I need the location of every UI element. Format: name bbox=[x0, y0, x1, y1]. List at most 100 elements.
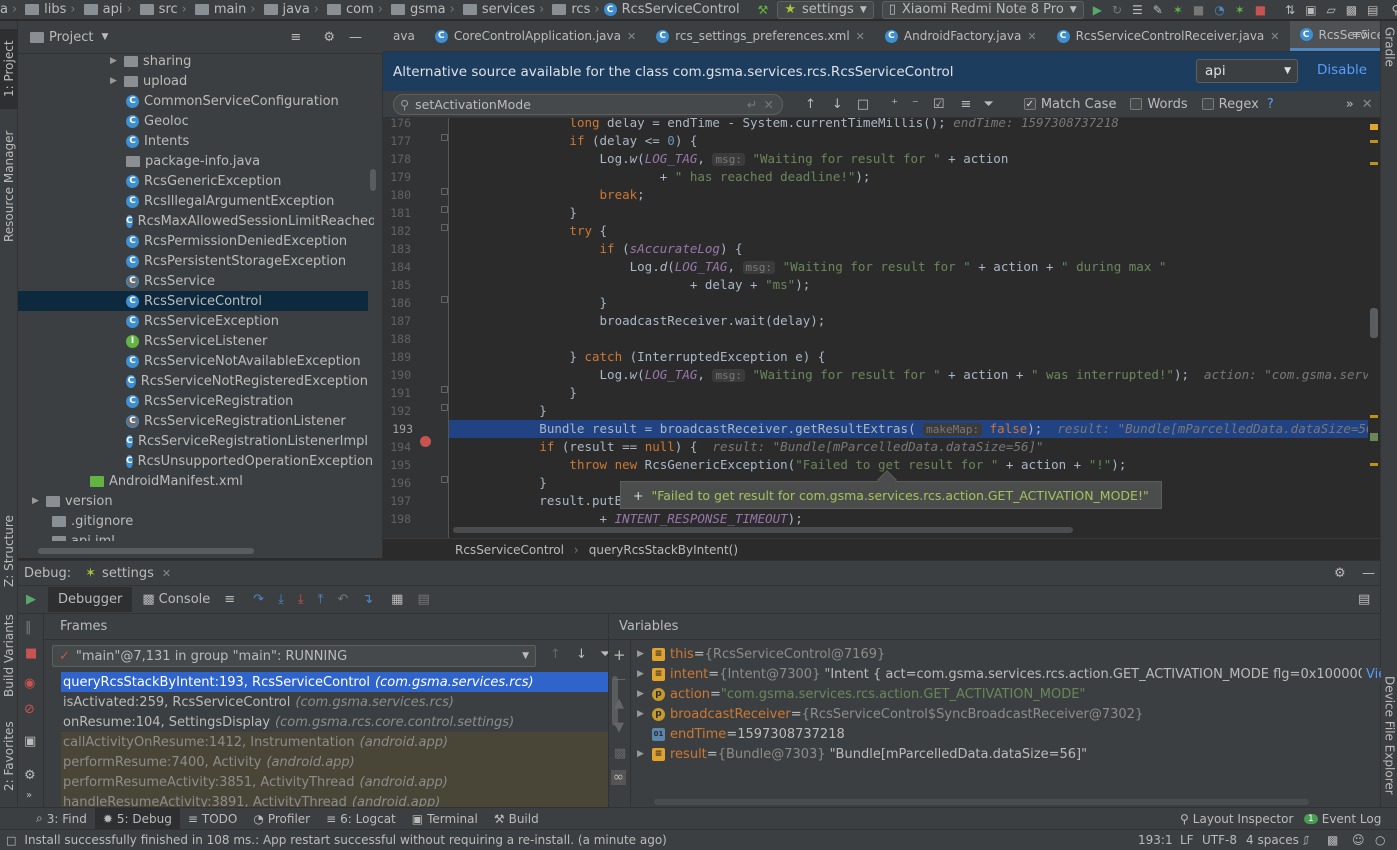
tool-window-button[interactable]: ⌕ 3: Find bbox=[28, 808, 95, 830]
code-editor[interactable]: long delay = endTime - System.currentTim… bbox=[449, 118, 1369, 538]
stop-icon[interactable]: ■ bbox=[25, 646, 37, 661]
editor-tab[interactable]: C RcsServiceControlReceiver.java ✕ bbox=[1047, 21, 1290, 51]
code-line[interactable]: } bbox=[449, 294, 1369, 312]
variable-row[interactable]: ▶ ≡ this = {RcsServiceControl@7169} bbox=[637, 644, 1381, 664]
restore-layout-icon[interactable]: ▤ bbox=[1358, 592, 1370, 607]
tree-item[interactable]: ▶ version bbox=[18, 491, 368, 511]
editor-tab[interactable]: C CoreControlApplication.java ✕ bbox=[425, 21, 646, 51]
rerun-icon[interactable]: ‖ bbox=[25, 620, 32, 635]
code-line[interactable]: Log.w(LOG_TAG, msg: "Waiting for result … bbox=[449, 366, 1369, 384]
tab-gradle[interactable]: Gradle bbox=[1381, 27, 1397, 87]
fold-marker-icon[interactable] bbox=[441, 404, 448, 411]
up-arrow-icon[interactable]: ↑ bbox=[550, 647, 561, 662]
view-breakpoints-icon[interactable]: ◉ bbox=[24, 676, 35, 691]
step-over-icon[interactable]: ↷ bbox=[253, 592, 264, 607]
variable-row[interactable]: 01 endTime = 1597308737218 bbox=[637, 724, 1381, 744]
tree-item[interactable]: C RcsServiceException bbox=[18, 311, 368, 331]
disable-link[interactable]: Disable bbox=[1317, 62, 1367, 78]
find-all-icon[interactable]: □ bbox=[857, 97, 869, 112]
thread-select[interactable]: ✓ "main"@7,131 in group "main": RUNNING … bbox=[52, 645, 536, 667]
chevron-right-icon[interactable]: ▶ bbox=[110, 76, 120, 86]
close-icon[interactable]: ✕ bbox=[856, 30, 865, 43]
breadcrumb-item[interactable]: java › bbox=[260, 2, 323, 17]
editor-tab[interactable]: ava bbox=[383, 21, 425, 51]
editor-tab[interactable]: Crcs_settings_preferences.xml ✕ bbox=[646, 21, 875, 51]
attach-debugger-icon[interactable]: ■ bbox=[1193, 2, 1204, 18]
tab-structure[interactable]: Z: Structure bbox=[0, 501, 18, 601]
profile-icon[interactable]: ◔ bbox=[1214, 2, 1224, 18]
breadcrumb-class[interactable]: C RcsServiceControl bbox=[603, 2, 744, 17]
stack-frame[interactable]: callActivityOnResume:1412, Instrumentati… bbox=[61, 732, 608, 752]
hide-icon[interactable]: — bbox=[349, 30, 362, 45]
hammer-icon[interactable]: ⚒ bbox=[758, 2, 769, 18]
sync-icon[interactable]: ⇅ bbox=[1285, 2, 1295, 18]
tree-item[interactable]: C RcsPermissionDeniedException bbox=[18, 231, 368, 251]
tab-console[interactable]: Console bbox=[159, 592, 211, 607]
variable-row[interactable]: ▶ p action = "com.gsma.services.rcs.action… bbox=[637, 684, 1381, 704]
close-icon[interactable]: ✕ bbox=[162, 567, 171, 580]
tree-item[interactable]: ▶ sharing bbox=[18, 51, 368, 71]
sdk-manager-icon[interactable]: ▣ bbox=[1305, 2, 1316, 18]
tree-item[interactable]: C Geoloc bbox=[18, 111, 368, 131]
stack-frame[interactable]: handleResumeActivity:3891, ActivityThrea… bbox=[61, 792, 608, 808]
resume-icon[interactable]: ▶ bbox=[18, 592, 44, 607]
regex-checkbox[interactable] bbox=[1201, 98, 1214, 110]
gear-icon[interactable]: ⚙ bbox=[24, 768, 36, 783]
code-line[interactable]: if (delay <= 0) { bbox=[449, 132, 1369, 150]
rerun-icon[interactable]: ↻ bbox=[1112, 2, 1122, 18]
breadcrumb-item[interactable]: gsma › bbox=[387, 2, 459, 17]
regex-help-link[interactable]: ? bbox=[1267, 97, 1274, 112]
tree-item[interactable]: C RcsServiceRegistration bbox=[18, 391, 368, 411]
breadcrumb-item[interactable]: src › bbox=[136, 2, 191, 17]
chevron-right-icon[interactable]: ▶ bbox=[637, 749, 647, 759]
attach-process-icon[interactable]: ✶ bbox=[1235, 2, 1245, 18]
code-line[interactable]: Log.d(LOG_TAG, msg: "Waiting for result … bbox=[449, 258, 1369, 276]
more-icon[interactable]: » bbox=[26, 790, 32, 801]
project-title[interactable]: Project bbox=[49, 30, 93, 45]
tree-item[interactable]: ▶ upload bbox=[18, 71, 368, 91]
view-link[interactable]: View bbox=[1362, 666, 1381, 682]
file-encoding[interactable]: UTF-8 bbox=[1202, 833, 1237, 847]
fold-marker-icon[interactable] bbox=[441, 386, 448, 393]
tabs-overflow[interactable]: ≡5 bbox=[1352, 28, 1368, 41]
trace-icon[interactable]: ▤ bbox=[417, 592, 429, 607]
code-line[interactable]: Bundle result = broadcastReceiver.getRes… bbox=[449, 420, 1369, 438]
close-icon[interactable]: ✕ bbox=[1027, 30, 1036, 43]
words-checkbox[interactable] bbox=[1130, 98, 1143, 110]
tree-item[interactable]: C RcsIllegalArgumentException bbox=[18, 191, 368, 211]
tab-build-variants[interactable]: Build Variants bbox=[0, 606, 18, 706]
tree-item[interactable]: C RcsMaxAllowedSessionLimitReached bbox=[18, 211, 374, 231]
alt-source-select[interactable]: api ▼ bbox=[1196, 59, 1298, 83]
remove-occurrence-icon[interactable]: ⁻ bbox=[912, 97, 919, 112]
run-to-cursor-icon[interactable]: ↴ bbox=[362, 592, 373, 607]
add-occurrence-icon[interactable]: ⁺ bbox=[891, 97, 898, 112]
step-out-icon[interactable]: ⤒ bbox=[318, 592, 324, 607]
breadcrumb-item[interactable]: rcs › bbox=[548, 2, 603, 17]
tab-project[interactable]: 1: Project bbox=[0, 29, 18, 109]
code-line[interactable]: } bbox=[449, 402, 1369, 420]
close-icon[interactable]: ✕ bbox=[1270, 30, 1279, 43]
breadcrumb-class[interactable]: RcsServiceControl bbox=[455, 543, 564, 557]
fold-marker-icon[interactable] bbox=[441, 188, 448, 195]
stop-icon[interactable]: ■ bbox=[1255, 2, 1266, 18]
tree-item[interactable]: C Intents bbox=[18, 131, 368, 151]
stack-frame[interactable]: queryRcsStackByIntent:193, RcsServiceCon… bbox=[61, 672, 608, 692]
run-icon[interactable]: ▶ bbox=[1093, 2, 1102, 18]
tab-debugger[interactable]: Debugger bbox=[48, 587, 133, 612]
more-icon[interactable]: » bbox=[1346, 97, 1354, 112]
layout-toggle-icon[interactable]: □ bbox=[6, 834, 16, 847]
notifications-icon[interactable]: ○ bbox=[1375, 833, 1385, 847]
run-config-select[interactable]: ★ settings ▼ bbox=[777, 0, 874, 19]
chevron-down-icon[interactable]: ▼ bbox=[101, 32, 108, 42]
tree-item[interactable]: C RcsServiceRegistrationListenerImpl bbox=[18, 431, 368, 451]
tree-item[interactable]: package-info.java bbox=[18, 151, 368, 171]
tool-window-button[interactable]: ≡ 6: Logcat bbox=[318, 808, 404, 830]
tree-item[interactable]: C RcsServiceNotRegisteredException bbox=[18, 371, 368, 391]
match-case-label[interactable]: Match Case bbox=[1041, 97, 1117, 112]
lock-icon[interactable]: ⎎ bbox=[1303, 833, 1309, 848]
mute-breakpoints-icon[interactable]: ⊘ bbox=[24, 702, 35, 717]
indent-setting[interactable]: 4 spaces bbox=[1246, 833, 1299, 847]
apply-changes-icon[interactable]: ☰ bbox=[1132, 2, 1143, 18]
search-everywhere-icon[interactable]: ⚲ bbox=[1391, 2, 1397, 18]
chevron-right-icon[interactable]: ▶ bbox=[32, 496, 42, 506]
